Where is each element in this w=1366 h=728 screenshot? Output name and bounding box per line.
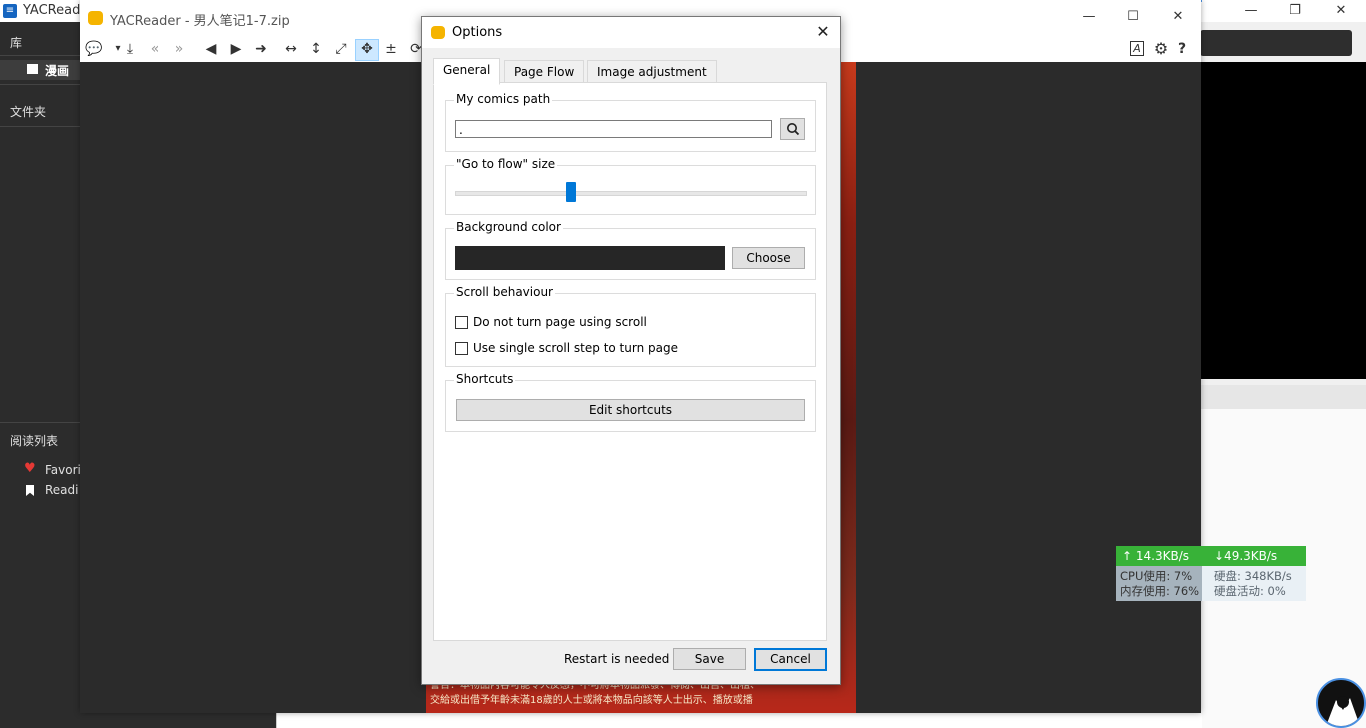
checkbox[interactable]: [455, 342, 468, 355]
heart-icon: ♥: [24, 461, 36, 476]
yacreader-icon: [88, 11, 103, 25]
fit-width-icon[interactable]: ↔: [280, 39, 302, 59]
search-icon: [786, 123, 799, 136]
upload-speed: ↑ 14.3KB/s: [1122, 549, 1189, 563]
choose-color-button[interactable]: Choose: [732, 247, 805, 269]
library-statusbar: [276, 713, 1202, 728]
fullscreen-icon[interactable]: ⤢: [330, 39, 352, 59]
save-icon[interactable]: ⤓: [119, 39, 141, 59]
divider: [0, 422, 80, 423]
sidebar-section-reading-lists: 阅读列表: [10, 434, 59, 448]
options-dialog: Options ✕ General Page Flow Image adjust…: [421, 16, 841, 685]
group-shortcuts: Shortcuts Edit shortcuts: [445, 372, 816, 432]
dialog-title: Options: [452, 25, 503, 40]
maximize-icon[interactable]: ☐: [1120, 8, 1146, 26]
netmon-stats: CPU使用: 7% 内存使用: 76% 硬盘: 348KB/s 硬盘活动: 0%: [1116, 566, 1306, 601]
comic-footer-line: 交給或出借予年齡未滿18歲的人士或將本物品向該等人士出示、播放或播: [430, 695, 753, 706]
group-title: Scroll behaviour: [454, 285, 555, 299]
close-icon[interactable]: ✕: [1328, 2, 1354, 20]
yacreader-icon: [431, 26, 445, 39]
cpu-usage: CPU使用: 7%: [1120, 569, 1193, 583]
checkbox[interactable]: [455, 316, 468, 329]
sidebar-item-favorites[interactable]: ♥ Favori: [0, 461, 81, 480]
disk-activity: 硬盘活动: 0%: [1214, 584, 1286, 598]
font-icon[interactable]: A: [1126, 39, 1148, 59]
network-monitor-widget[interactable]: ↑ 14.3KB/s ↓49.3KB/s CPU使用: 7% 内存使用: 76%…: [1116, 546, 1306, 601]
flow-size-slider-thumb[interactable]: [566, 182, 576, 202]
group-title: Shortcuts: [454, 372, 516, 386]
fit-page-icon[interactable]: ✥: [355, 39, 379, 61]
goto-page-icon[interactable]: ➜: [250, 39, 272, 59]
divider: [0, 55, 80, 56]
comic-cover-flow: [1201, 62, 1366, 379]
yacreader-library-icon: ≡: [3, 4, 17, 18]
restart-note: Restart is needed: [564, 652, 670, 666]
archive-icon: [27, 64, 38, 74]
library-search-input[interactable]: [1200, 30, 1352, 56]
reader-window-title: YACReader - 男人笔记1-7.zip: [110, 14, 290, 29]
sidebar-section-library: 库: [10, 36, 23, 50]
sidebar-item-label: 漫画: [45, 64, 70, 78]
group-comics-path: My comics path .: [445, 92, 816, 152]
tab-image-adjustment[interactable]: Image adjustment: [587, 60, 717, 84]
sidebar-item-label: Favori: [45, 463, 81, 477]
divider: [0, 126, 80, 127]
disk-speed: 硬盘: 348KB/s: [1214, 569, 1292, 583]
speech-bubble-icon[interactable]: 💬: [83, 39, 105, 59]
help-icon[interactable]: ?: [1171, 39, 1193, 59]
sidebar-section-folders: 文件夹: [10, 105, 47, 119]
group-background-color: Background color Choose: [445, 220, 816, 280]
close-icon[interactable]: ✕: [812, 22, 834, 42]
tab-panel-general: My comics path . "Go to flow" size Backg…: [433, 82, 827, 641]
cancel-button[interactable]: Cancel: [754, 648, 827, 671]
minimize-icon[interactable]: —: [1076, 8, 1102, 26]
netmon-speed-bar: ↑ 14.3KB/s ↓49.3KB/s: [1116, 546, 1306, 566]
fit-height-icon[interactable]: ↕: [305, 39, 327, 59]
dialog-titlebar: Options ✕: [422, 17, 840, 48]
gear-icon[interactable]: ⚙: [1150, 39, 1172, 59]
group-title: My comics path: [454, 92, 553, 106]
previous-page-icon[interactable]: ◀: [200, 39, 222, 59]
divider: [0, 84, 80, 85]
comics-path-input[interactable]: .: [455, 120, 772, 138]
memory-usage: 内存使用: 76%: [1120, 584, 1200, 598]
download-speed: ↓49.3KB/s: [1214, 549, 1278, 563]
close-icon[interactable]: ✕: [1165, 8, 1191, 26]
background-color-swatch: [455, 246, 725, 270]
group-scroll-behaviour: Scroll behaviour Do not turn page using …: [445, 285, 816, 367]
scroll-option-single-step[interactable]: Use single scroll step to turn page: [455, 341, 795, 357]
minimize-icon[interactable]: —: [1238, 2, 1264, 20]
checkbox-label: Do not turn page using scroll: [473, 315, 647, 329]
sidebar-item-label: Readi: [45, 483, 79, 497]
next-page-icon[interactable]: ▶: [225, 39, 247, 59]
tab-page-flow[interactable]: Page Flow: [504, 60, 585, 84]
netmon-stats-left: CPU使用: 7% 内存使用: 76%: [1116, 566, 1202, 601]
flow-size-slider-track[interactable]: [455, 191, 807, 196]
library-toolbar-strip: [1201, 385, 1366, 409]
edit-shortcuts-button[interactable]: Edit shortcuts: [456, 399, 805, 421]
sidebar-item-comics[interactable]: 漫画: [0, 60, 80, 80]
tab-general[interactable]: General: [433, 58, 501, 85]
group-title: Background color: [454, 220, 563, 234]
scroll-option-no-turn[interactable]: Do not turn page using scroll: [455, 315, 795, 331]
group-title: "Go to flow" size: [454, 157, 558, 171]
bookmark-icon: [26, 485, 34, 496]
avatar[interactable]: [1316, 678, 1366, 728]
save-button[interactable]: Save: [673, 648, 746, 670]
previous-comic-icon[interactable]: «: [144, 39, 166, 59]
double-page-icon[interactable]: ±: [380, 39, 402, 59]
restore-icon[interactable]: ❐: [1282, 2, 1308, 20]
sidebar-item-reading[interactable]: Readi: [0, 482, 80, 500]
browse-path-button[interactable]: [780, 118, 805, 140]
group-goto-flow-size: "Go to flow" size: [445, 157, 816, 215]
checkbox-label: Use single scroll step to turn page: [473, 341, 678, 355]
next-comic-icon[interactable]: »: [168, 39, 190, 59]
